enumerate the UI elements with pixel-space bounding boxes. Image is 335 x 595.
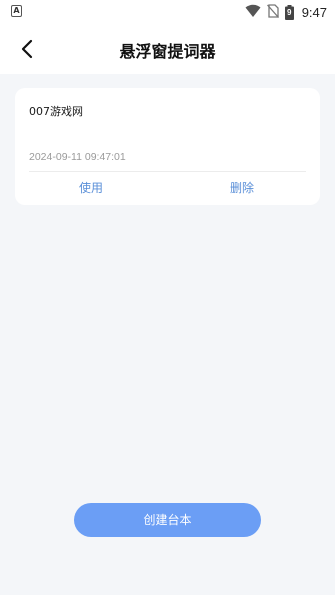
wifi-icon xyxy=(245,3,261,22)
create-script-button[interactable]: 创建台本 xyxy=(74,503,261,537)
use-button[interactable]: 使用 xyxy=(79,179,103,196)
page-title: 悬浮窗提词器 xyxy=(119,42,216,61)
script-title: 007游戏网 xyxy=(29,105,83,118)
delete-button[interactable]: 删除 xyxy=(230,179,254,196)
app-notification-icon: A xyxy=(11,5,22,17)
battery-level: 9 xyxy=(286,7,292,17)
card-divider xyxy=(29,171,306,172)
status-icons: 9 9:47 xyxy=(245,3,327,21)
script-card: 007游戏网 2024-09-11 09:47:01 使用 删除 xyxy=(15,88,320,205)
status-bar: A 9 9:47 xyxy=(0,0,335,24)
script-date: 2024-09-11 09:47:01 xyxy=(29,151,126,163)
no-sim-icon xyxy=(266,3,279,22)
status-time: 9:47 xyxy=(301,4,327,20)
battery-icon: 9 xyxy=(284,4,294,20)
app-header: 悬浮窗提词器 xyxy=(0,24,335,74)
